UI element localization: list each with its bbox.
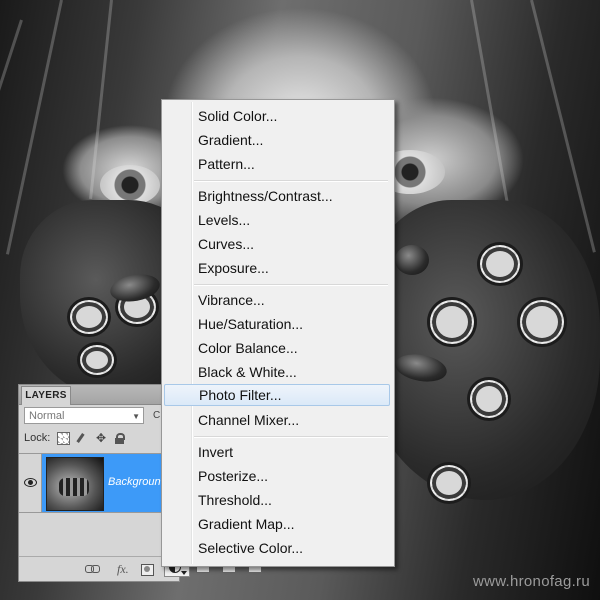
menu-item-exposure[interactable]: Exposure... (164, 257, 390, 279)
layer-name: Backgroun (108, 476, 161, 488)
layers-footer: fx. (19, 556, 179, 581)
lock-transparent-icon[interactable] (57, 431, 71, 445)
menu-item-levels[interactable]: Levels... (164, 209, 390, 231)
menu-item-threshold[interactable]: Threshold... (164, 489, 390, 511)
link-icon[interactable] (85, 565, 100, 573)
menu-item-channel-mixer[interactable]: Channel Mixer... (164, 409, 390, 431)
lock-label: Lock: (24, 432, 51, 444)
menu-item-invert[interactable]: Invert (164, 441, 390, 463)
menu-separator (194, 180, 388, 182)
menu-item-pattern[interactable]: Pattern... (164, 153, 390, 175)
watermark: www.hronofag.ru (472, 573, 590, 590)
menu-item-photo-filter[interactable]: Photo Filter... (164, 384, 390, 406)
eye-icon (24, 478, 37, 487)
menu-item-vibrance[interactable]: Vibrance... (164, 289, 390, 311)
menu-item-gradient-map[interactable]: Gradient Map... (164, 513, 390, 535)
layers-panel: LAYERS Normal ▼ C Lock: ✥ Backgroun fx. (18, 384, 180, 582)
lock-row: Lock: ✥ (24, 431, 125, 445)
fx-icon[interactable]: fx. (117, 562, 129, 577)
lock-all-icon[interactable] (114, 432, 125, 444)
layer-thumbnail (46, 457, 104, 511)
blend-mode-select[interactable]: Normal ▼ (24, 407, 144, 424)
lock-pixels-icon[interactable] (77, 433, 88, 444)
menu-separator (194, 284, 388, 286)
menu-item-selective-color[interactable]: Selective Color... (164, 537, 390, 559)
menu-item-hue-saturation[interactable]: Hue/Saturation... (164, 313, 390, 335)
lock-position-icon[interactable]: ✥ (95, 432, 106, 444)
adjustment-menu: Solid Color... Gradient... Pattern... Br… (161, 99, 395, 567)
layer-selected[interactable]: Backgroun (42, 454, 179, 512)
mask-icon[interactable] (141, 564, 154, 576)
visibility-toggle[interactable] (19, 454, 42, 512)
chevron-down-icon: ▼ (132, 412, 140, 421)
menu-item-brightness-contrast[interactable]: Brightness/Contrast... (164, 185, 390, 207)
menu-item-posterize[interactable]: Posterize... (164, 465, 390, 487)
layer-row[interactable]: Backgroun (19, 453, 179, 513)
layers-tabbar: LAYERS (19, 385, 179, 405)
menu-item-curves[interactable]: Curves... (164, 233, 390, 255)
tab-layers[interactable]: LAYERS (21, 386, 71, 405)
blend-mode-value: Normal (29, 410, 65, 422)
menu-item-solid-color[interactable]: Solid Color... (164, 105, 390, 127)
menu-separator (194, 436, 388, 438)
menu-item-gradient[interactable]: Gradient... (164, 129, 390, 151)
menu-item-color-balance[interactable]: Color Balance... (164, 337, 390, 359)
menu-item-black-white[interactable]: Black & White... (164, 361, 390, 383)
